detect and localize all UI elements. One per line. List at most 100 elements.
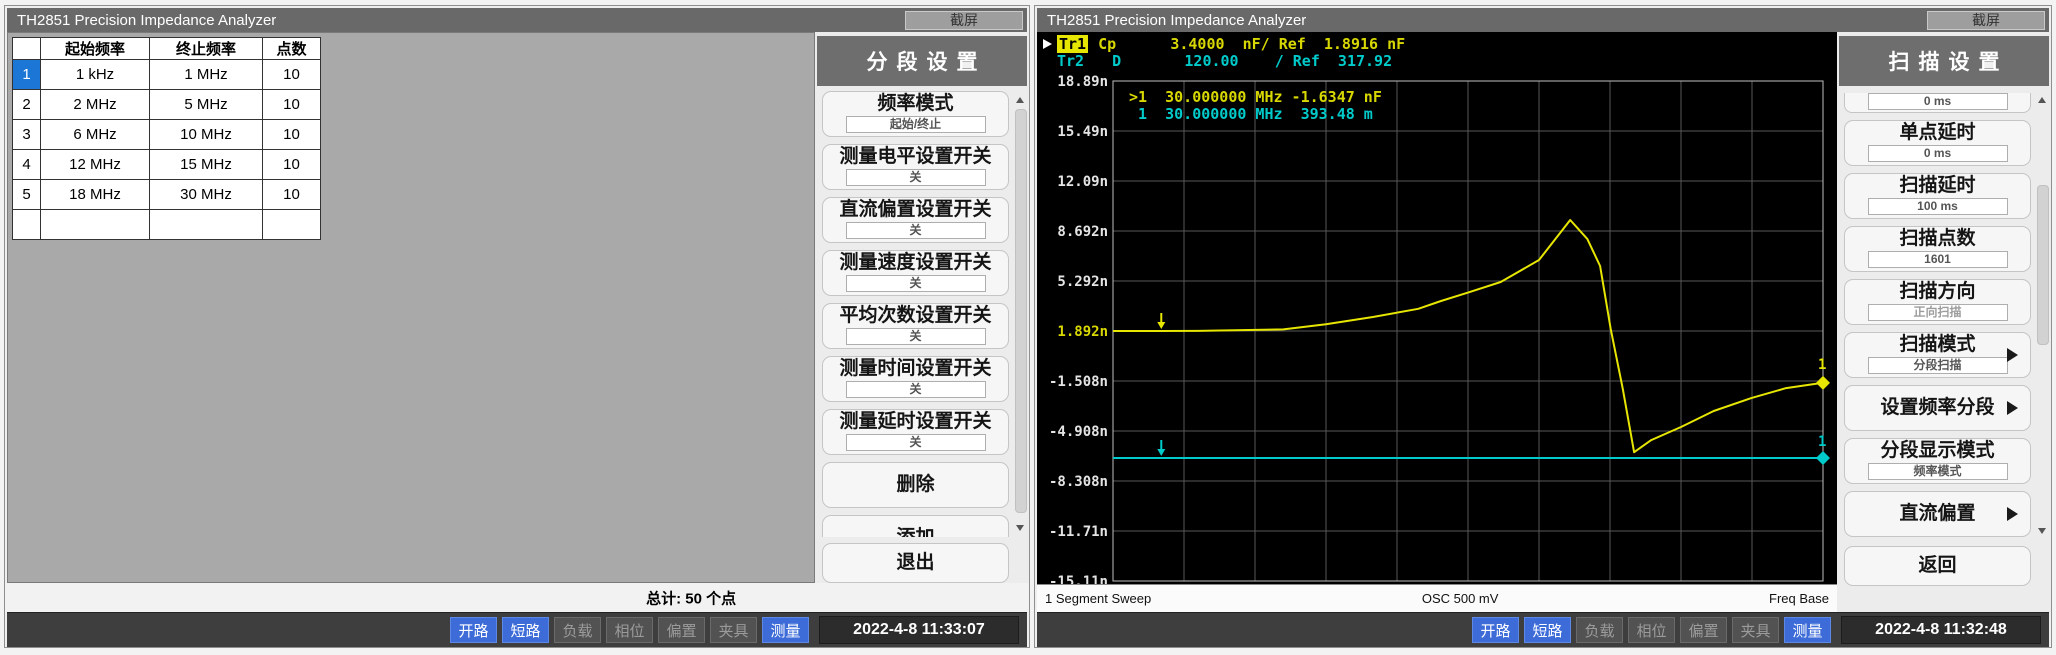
trace1-info-line: Tr1 Cp 3.4000 nF/ Ref 1.8916 nF — [1043, 35, 1405, 53]
stop-frequency-cell[interactable]: 15 MHz — [150, 150, 263, 180]
table-row — [13, 210, 321, 240]
segment-setup-window: TH2851 Precision Impedance Analyzer 截屏 起… — [4, 5, 1030, 648]
titlebar[interactable]: TH2851 Precision Impedance Analyzer 截屏 — [7, 8, 1027, 32]
svg-text:1: 1 — [1818, 357, 1826, 373]
panel-button[interactable]: 添加 — [822, 515, 1009, 537]
start-frequency-cell[interactable]: 1 kHz — [41, 60, 150, 90]
status-button[interactable]: 短路 — [1524, 617, 1571, 643]
stop-frequency-cell[interactable]: 1 MHz — [150, 60, 263, 90]
table-header-cell: 点数 — [263, 38, 321, 60]
svg-text:18.89n: 18.89n — [1057, 74, 1108, 90]
points-cell[interactable]: 10 — [263, 150, 321, 180]
titlebar[interactable]: TH2851 Precision Impedance Analyzer 截屏 — [1037, 8, 2049, 32]
scroll-down-icon[interactable] — [1016, 525, 1024, 531]
stop-frequency-cell[interactable]: 30 MHz — [150, 180, 263, 210]
row-number-cell[interactable]: 4 — [13, 150, 41, 180]
status-button[interactable]: 开路 — [1472, 617, 1519, 643]
panel-button[interactable]: 设置频率分段 — [1844, 385, 2031, 431]
panel-button[interactable]: 测量时间设置开关 关 — [822, 356, 1009, 402]
status-button[interactable]: 负载 — [554, 617, 601, 643]
panel-header: 扫描设置 — [1839, 36, 2049, 86]
scroll-down-icon[interactable] — [2038, 528, 2046, 534]
scrollbar[interactable] — [1013, 93, 1027, 535]
panel-button[interactable]: 0 ms — [1844, 93, 2031, 113]
stop-frequency-cell[interactable]: 5 MHz — [150, 90, 263, 120]
panel-button[interactable]: 测量延时设置开关 关 — [822, 409, 1009, 455]
row-number-cell[interactable]: 3 — [13, 120, 41, 150]
row-number-cell[interactable]: 5 — [13, 180, 41, 210]
status-button[interactable]: 相位 — [1628, 617, 1675, 643]
panel-button-label: 扫描模式 — [1845, 333, 2030, 357]
status-button[interactable]: 夹具 — [1732, 617, 1779, 643]
row-number-cell[interactable] — [13, 210, 41, 240]
panel-header: 分段设置 — [817, 36, 1027, 86]
scrollbar[interactable] — [2035, 93, 2049, 538]
start-frequency-cell[interactable]: 6 MHz — [41, 120, 150, 150]
points-cell[interactable]: 10 — [263, 90, 321, 120]
points-cell[interactable]: 10 — [263, 180, 321, 210]
screenshot-button[interactable]: 截屏 — [905, 11, 1023, 30]
panel-button[interactable]: 扫描点数 1601 — [1844, 226, 2031, 272]
panel-button-label: 扫描点数 — [1845, 227, 2030, 251]
start-frequency-cell[interactable]: 12 MHz — [41, 150, 150, 180]
status-button[interactable]: 测量 — [1784, 617, 1831, 643]
scrollbar-thumb[interactable] — [1015, 109, 1027, 513]
points-cell[interactable]: 10 — [263, 120, 321, 150]
svg-text:1: 1 — [1818, 434, 1826, 450]
panel-button[interactable]: 单点延时 0 ms — [1844, 120, 2031, 166]
status-button[interactable]: 偏置 — [1680, 617, 1727, 643]
panel-button[interactable]: 删除 — [822, 462, 1009, 508]
exit-button[interactable]: 退出 — [822, 543, 1009, 583]
status-button[interactable]: 相位 — [606, 617, 653, 643]
scroll-up-icon[interactable] — [2038, 97, 2046, 103]
svg-text:15.49n: 15.49n — [1057, 124, 1108, 140]
start-frequency-cell[interactable] — [41, 210, 150, 240]
panel-button[interactable]: 直流偏置设置开关 关 — [822, 197, 1009, 243]
submenu-arrow-icon — [2007, 507, 2018, 521]
row-number-cell[interactable]: 1 — [13, 60, 41, 90]
sweep-graph-area: 18.89n15.49n12.09n8.692n5.292n1.892n-1.5… — [1037, 32, 1837, 612]
osc-level-label: OSC 500 mV — [1422, 591, 1499, 606]
marker1-trace2-readout: 1 30.000000 MHz 393.48 m — [1129, 106, 1382, 123]
panel-button[interactable]: 平均次数设置开关 关 — [822, 303, 1009, 349]
panel-button[interactable]: 频率模式 起始/终止 — [822, 91, 1009, 137]
table-area: 起始频率 终止频率 点数 1 1 kHz 1 MHz — [7, 32, 815, 583]
svg-text:1.892n: 1.892n — [1057, 324, 1108, 340]
svg-text:-11.71n: -11.71n — [1049, 524, 1108, 540]
scroll-up-icon[interactable] — [1016, 97, 1024, 103]
status-button[interactable]: 开路 — [450, 617, 497, 643]
points-cell[interactable]: 10 — [263, 60, 321, 90]
panel-button-list: 0 ms 单点延时 0 ms 扫描延时 100 ms — [1844, 93, 2031, 537]
start-frequency-cell[interactable]: 18 MHz — [41, 180, 150, 210]
status-button[interactable]: 测量 — [762, 617, 809, 643]
row-number-cell[interactable]: 2 — [13, 90, 41, 120]
panel-button[interactable]: 测量电平设置开关 关 — [822, 144, 1009, 190]
screenshot-button[interactable]: 截屏 — [1927, 11, 2045, 30]
panel-button[interactable]: 分段显示模式 频率模式 — [1844, 438, 2031, 484]
stop-frequency-cell[interactable] — [150, 210, 263, 240]
panel-button-label: 频率模式 — [823, 92, 1008, 116]
panel-button-value: 正向扫描 — [1868, 304, 2008, 321]
scrollbar-thumb[interactable] — [2037, 185, 2049, 345]
panel-button[interactable]: 扫描延时 100 ms — [1844, 173, 2031, 219]
panel-button-value: 关 — [846, 434, 986, 451]
svg-text:-15.11n: -15.11n — [1049, 574, 1108, 584]
status-button[interactable]: 夹具 — [710, 617, 757, 643]
status-button[interactable]: 偏置 — [658, 617, 705, 643]
panel-button[interactable]: 扫描方向 正向扫描 — [1844, 279, 2031, 325]
panel-scroll-area: 频率模式 起始/终止 测量电平设置开关 关 直流偏置设置开关 — [815, 91, 1029, 537]
status-button[interactable]: 短路 — [502, 617, 549, 643]
stop-frequency-cell[interactable]: 10 MHz — [150, 120, 263, 150]
status-button[interactable]: 负载 — [1576, 617, 1623, 643]
trace1-detail: Cp 3.4000 nF/ Ref 1.8916 nF — [1098, 35, 1405, 53]
start-frequency-cell[interactable]: 2 MHz — [41, 90, 150, 120]
trace1-chip[interactable]: Tr1 — [1057, 35, 1088, 53]
panel-button[interactable]: 测量速度设置开关 关 — [822, 250, 1009, 296]
panel-button[interactable]: 扫描模式 分段扫描 — [1844, 332, 2031, 378]
statusbar: 开路 短路 负载 相位 偏置 夹具 测量 2022-4-8 11:32:48 — [1037, 612, 2049, 647]
sweep-type-label: 1 Segment Sweep — [1045, 591, 1151, 606]
back-button[interactable]: 返回 — [1844, 546, 2031, 586]
panel-button[interactable]: 直流偏置 — [1844, 491, 2031, 537]
trace2-chip[interactable]: Tr2 — [1057, 52, 1084, 70]
points-cell[interactable] — [263, 210, 321, 240]
